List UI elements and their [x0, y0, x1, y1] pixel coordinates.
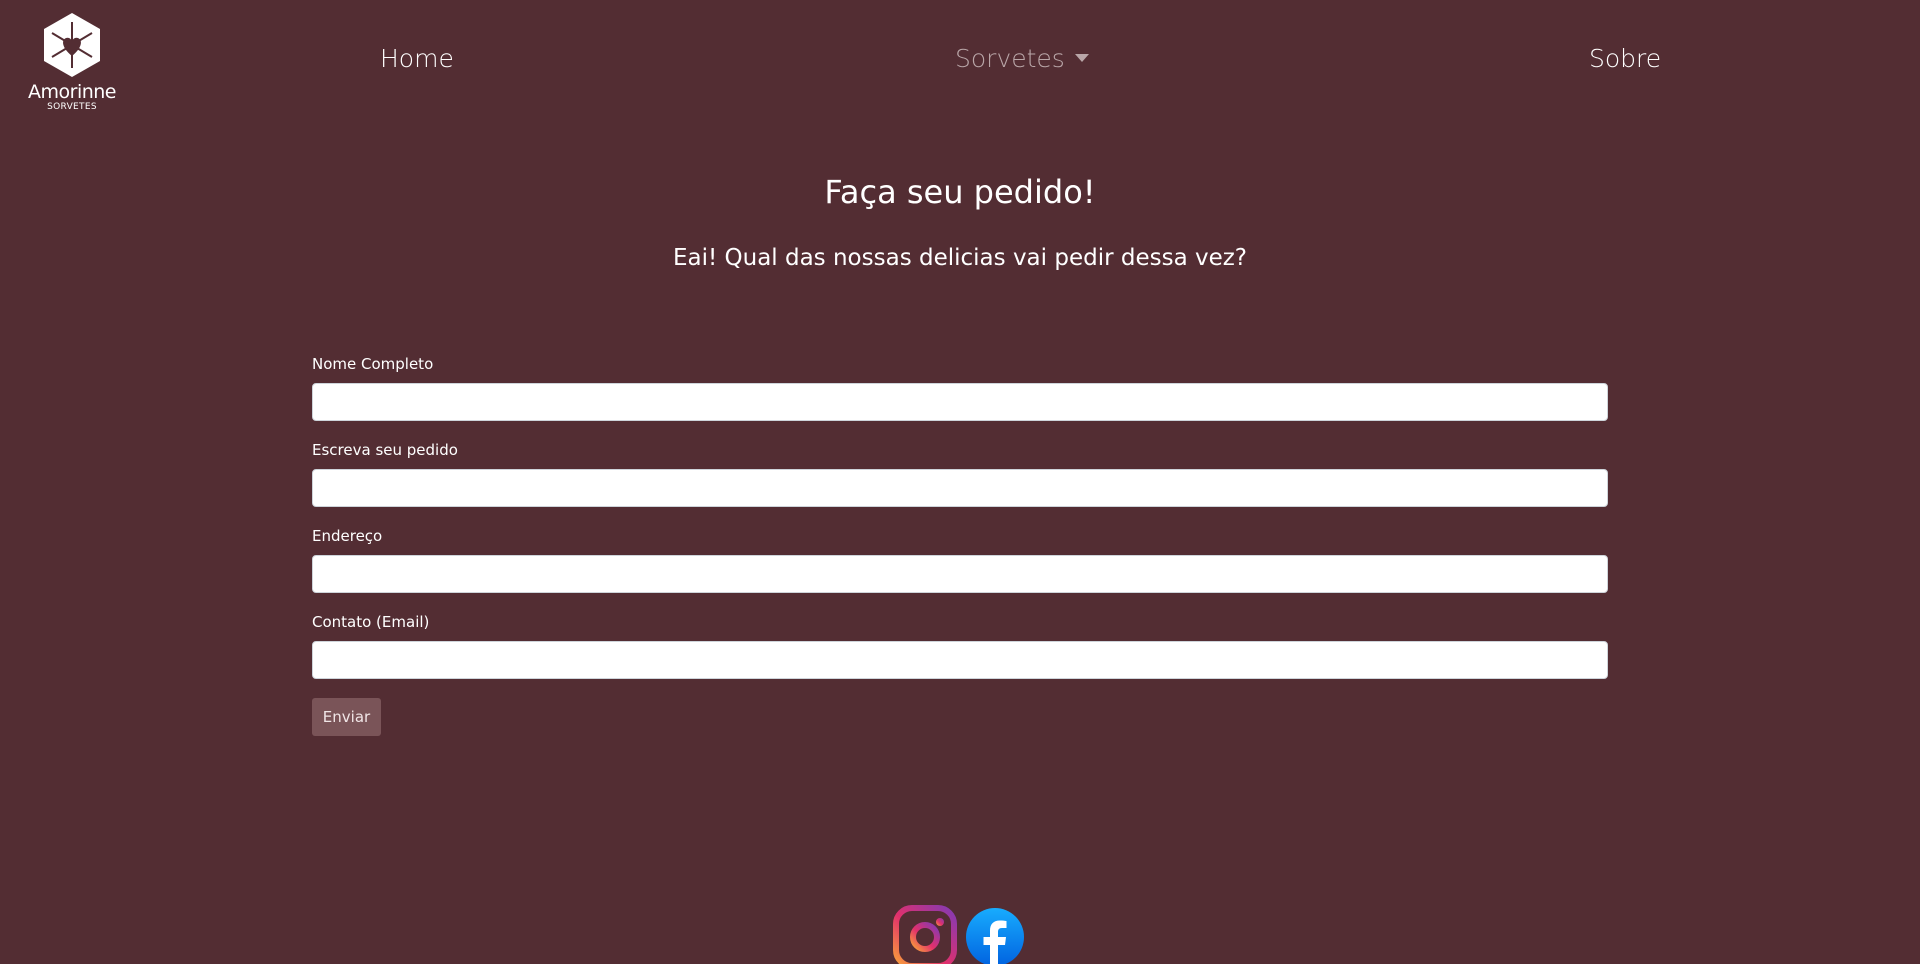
field-pedido: Escreva seu pedido	[312, 440, 1608, 507]
field-endereco: Endereço	[312, 526, 1608, 593]
field-nome: Nome Completo	[312, 354, 1608, 421]
brand-name: Amorinne	[28, 81, 117, 103]
endereco-label: Endereço	[312, 527, 383, 545]
page-subtitle: Eai! Qual das nossas delicias vai pedir …	[672, 245, 1248, 271]
nav-sorvetes-dropdown[interactable]: Sorvetes	[955, 44, 1089, 74]
brand-tagline: SORVETES	[47, 102, 97, 112]
instagram-link[interactable]	[893, 905, 957, 964]
page-title: Faça seu pedido!	[824, 173, 1096, 211]
nome-label: Nome Completo	[312, 355, 434, 373]
instagram-icon	[893, 905, 957, 964]
navbar: Amorinne SORVETES Home Sorvetes Sobre	[0, 0, 1920, 125]
nav-sorvetes-label: Sorvetes	[955, 44, 1065, 73]
email-label: Contato (Email)	[312, 613, 430, 631]
caret-down-icon	[1074, 54, 1089, 62]
pedido-label: Escreva seu pedido	[312, 441, 458, 459]
facebook-icon	[966, 908, 1024, 964]
submit-button[interactable]: Enviar	[312, 698, 381, 736]
field-email: Contato (Email)	[312, 612, 1608, 679]
nome-input[interactable]	[312, 383, 1608, 421]
logo-icon	[44, 13, 100, 77]
pedido-input[interactable]	[312, 469, 1608, 507]
nav-home[interactable]: Home	[380, 44, 454, 74]
facebook-link[interactable]	[965, 905, 1025, 964]
endereco-input[interactable]	[312, 555, 1608, 593]
brand-logo[interactable]: Amorinne SORVETES	[26, 12, 118, 117]
nav-sobre[interactable]: Sobre	[1589, 44, 1661, 74]
social-links	[893, 905, 1025, 964]
email-input[interactable]	[312, 641, 1608, 679]
